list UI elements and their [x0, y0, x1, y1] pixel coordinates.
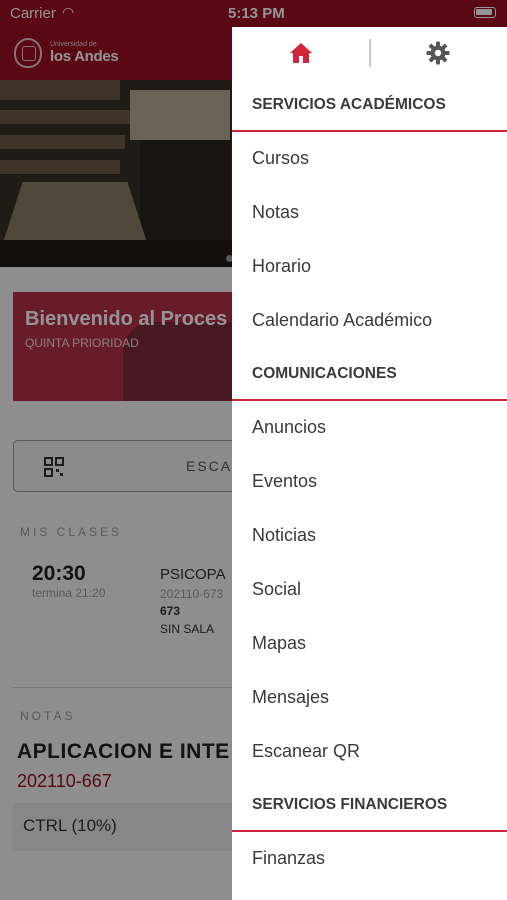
- menu-item-eventos[interactable]: Eventos: [232, 455, 507, 509]
- menu-item-notas[interactable]: Notas: [232, 186, 507, 240]
- menu-item-label: Calendario Académico: [252, 310, 433, 330]
- section-title: COMUNICACIONES: [252, 365, 397, 382]
- menu-item-label: Finanzas: [252, 848, 326, 868]
- menu-item-label: Anuncios: [252, 417, 327, 437]
- menu-item-label: Horario: [252, 256, 312, 276]
- header-separator: [369, 39, 371, 67]
- menu-item-cursos[interactable]: Cursos: [232, 132, 507, 186]
- menu-item-label: Social: [252, 579, 302, 599]
- menu-item-label: Mapas: [252, 633, 307, 653]
- menu-item-label: Noticias: [252, 525, 317, 545]
- menu-item-label: Notas: [252, 202, 300, 222]
- menu-item-noticias[interactable]: Noticias: [232, 509, 507, 563]
- section-header-academic: SERVICIOS ACADÉMICOS: [232, 79, 507, 132]
- section-title: SERVICIOS FINANCIEROS: [252, 796, 448, 813]
- drawer-header: [232, 27, 507, 79]
- menu-item-social[interactable]: Social: [232, 563, 507, 617]
- side-drawer: SERVICIOS ACADÉMICOS Cursos Notas Horari…: [232, 27, 507, 900]
- menu-item-finanzas[interactable]: Finanzas: [232, 832, 507, 886]
- menu-item-calendario[interactable]: Calendario Académico: [232, 294, 507, 348]
- menu-item-anuncios[interactable]: Anuncios: [232, 401, 507, 455]
- gear-icon[interactable]: [426, 41, 450, 65]
- section-header-communications: COMUNICACIONES: [232, 348, 507, 401]
- menu-item-label: Eventos: [252, 471, 318, 491]
- menu-item-label: Escanear QR: [252, 741, 361, 761]
- menu-item-label: Cursos: [252, 148, 310, 168]
- section-header-financial: SERVICIOS FINANCIEROS: [232, 779, 507, 832]
- home-icon[interactable]: [289, 42, 313, 64]
- section-title: SERVICIOS ACADÉMICOS: [252, 96, 446, 113]
- menu-item-label: Mensajes: [252, 687, 330, 707]
- menu-item-mapas[interactable]: Mapas: [232, 617, 507, 671]
- menu-item-escanear-qr[interactable]: Escanear QR: [232, 725, 507, 779]
- menu-item-mensajes[interactable]: Mensajes: [232, 671, 507, 725]
- menu-item-horario[interactable]: Horario: [232, 240, 507, 294]
